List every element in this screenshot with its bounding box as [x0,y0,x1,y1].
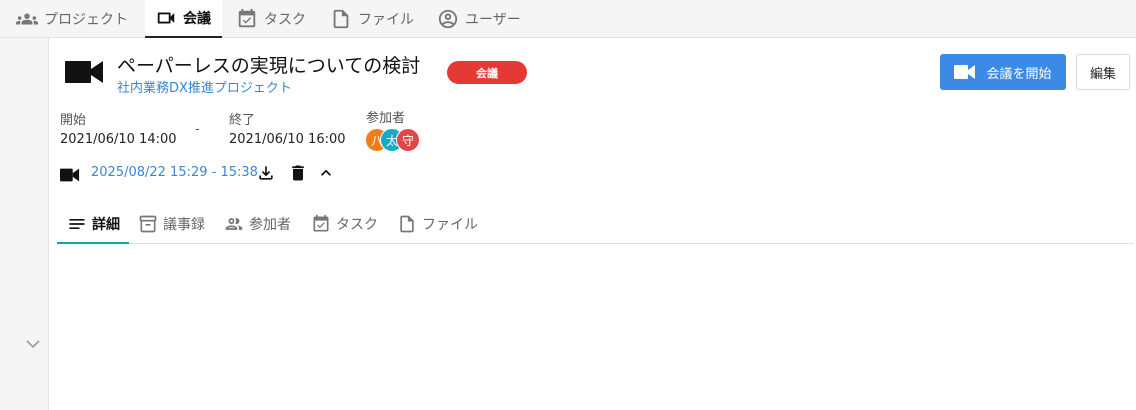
people-outline-icon [225,218,243,230]
recording-time[interactable]: 2025/08/22 15:29 - 15:38 [91,165,258,180]
avatar[interactable]: 守 [396,128,420,152]
tab-detail-files-label: ファイル [422,217,478,233]
tab-files[interactable]: ファイル [330,0,414,37]
participants-label: 参加者 [366,111,406,126]
tab-participants-label: 参加者 [249,217,291,233]
top-nav: プロジェクト 会議 タスク ファイル ユーザー [0,0,1136,38]
tab-detail-tasks[interactable]: タスク [311,205,378,243]
meeting-title: ペーパーレスの実現についての検討 [117,55,421,77]
detail-tabs: 詳細 議事録 参加者 タスク ファイル [57,205,1134,244]
file-icon [400,215,414,233]
tab-detail-files[interactable]: ファイル [397,205,478,243]
chevron-down-icon[interactable] [24,335,42,353]
archive-icon [139,215,157,233]
video-camera-icon [954,65,976,79]
file-icon [333,9,349,28]
recording-camera-icon [60,165,80,189]
meeting-video-icon [64,56,104,88]
chevron-up-icon[interactable] [316,163,336,187]
tab-details-label: 詳細 [92,216,120,233]
end-label: 終了 [229,113,256,128]
tab-minutes-label: 議事録 [163,217,205,233]
start-label: 開始 [60,113,87,128]
start-value: 2021/06/10 14:00 [60,132,177,147]
tab-users-label: ユーザー [465,11,521,28]
tab-participants[interactable]: 参加者 [224,205,291,243]
tab-users[interactable]: ユーザー [437,0,521,37]
tab-projects-label: プロジェクト [44,11,128,28]
trash-icon[interactable] [288,163,308,187]
people-icon [16,13,38,24]
start-meeting-button[interactable]: 会議を開始 [940,54,1066,90]
tab-detail-tasks-label: タスク [336,217,378,233]
calendar-check-icon [313,214,329,232]
project-link[interactable]: 社内業務DX推進プロジェクト [117,77,292,96]
tab-projects[interactable]: プロジェクト [16,0,128,37]
account-circle-icon [438,9,458,28]
edit-button[interactable]: 編集 [1076,54,1130,90]
tab-tasks[interactable]: タスク [236,0,306,37]
calendar-check-icon [238,8,256,27]
start-meeting-label: 会議を開始 [986,66,1052,82]
end-value: 2021/06/10 16:00 [229,132,346,147]
tab-files-label: ファイル [358,11,414,28]
tab-meetings-label: 会議 [183,11,211,27]
tab-meetings[interactable]: 会議 [145,0,222,38]
status-badge: 会議 [447,61,527,84]
tab-details[interactable]: 詳細 [57,205,129,244]
video-camera-icon [157,12,175,24]
notes-icon [69,218,85,229]
tab-tasks-label: タスク [264,11,306,28]
date-separator: - [195,122,200,137]
tab-minutes[interactable]: 議事録 [138,205,205,243]
left-sidebar [0,38,49,410]
download-icon[interactable] [256,163,276,187]
